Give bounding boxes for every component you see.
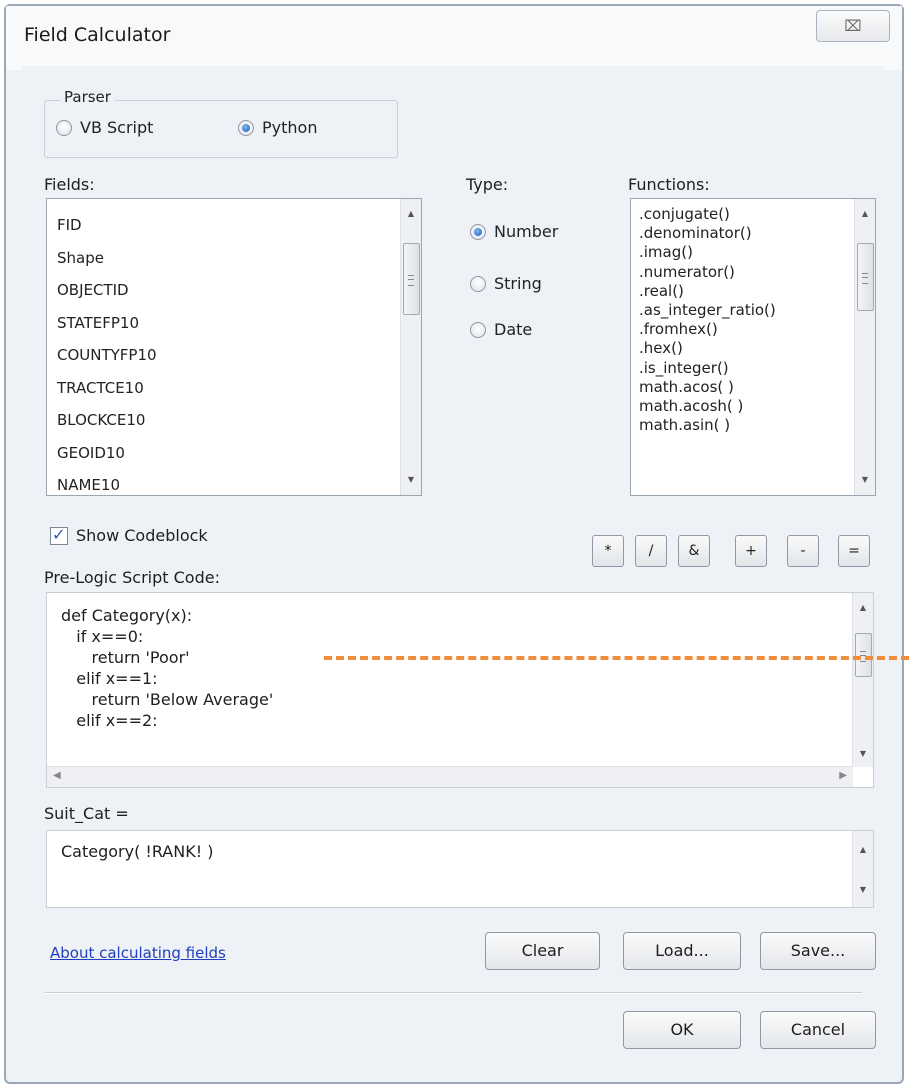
radio-button-icon: [470, 223, 486, 240]
radio-label: String: [494, 274, 542, 293]
radio-vb-script[interactable]: VB Script: [56, 118, 153, 137]
ampersand-button[interactable]: &: [678, 535, 710, 567]
list-item[interactable]: COUNTYFP10: [57, 339, 391, 372]
scroll-up-icon[interactable]: ▲: [853, 599, 873, 617]
radio-label: VB Script: [80, 118, 154, 137]
radio-label: Number: [494, 222, 559, 241]
scroll-thumb[interactable]: [403, 243, 420, 315]
list-item[interactable]: .conjugate(): [639, 205, 845, 224]
expression-editor[interactable]: Category( !RANK! ) ▲ ▼: [46, 830, 874, 908]
list-item[interactable]: .is_integer(): [639, 359, 845, 378]
list-item[interactable]: .denominator(): [639, 224, 845, 243]
prelogic-hscrollbar[interactable]: ◀ ▶: [47, 766, 853, 787]
list-item[interactable]: STATEFP10: [57, 307, 391, 340]
expression-vscrollbar[interactable]: ▲ ▼: [852, 831, 873, 907]
parser-group-label: Parser: [60, 88, 115, 106]
save-button[interactable]: Save...: [760, 932, 876, 970]
list-item[interactable]: .numerator(): [639, 263, 845, 282]
cancel-button[interactable]: Cancel: [760, 1011, 876, 1049]
show-codeblock-label: Show Codeblock: [76, 526, 208, 545]
radio-button-icon: [238, 119, 254, 136]
close-button[interactable]: ⌧: [816, 10, 890, 42]
fields-scrollbar[interactable]: ▲ ▼: [400, 199, 421, 495]
scroll-down-icon[interactable]: ▼: [855, 471, 875, 489]
scroll-down-icon[interactable]: ▼: [853, 745, 873, 763]
list-item[interactable]: math.asin( ): [639, 416, 845, 435]
list-item[interactable]: .fromhex(): [639, 320, 845, 339]
list-item[interactable]: TRACTCE10: [57, 372, 391, 405]
checkmark-icon: ✓: [52, 524, 66, 544]
list-item[interactable]: .real(): [639, 282, 845, 301]
type-label: Type:: [466, 175, 509, 194]
fields-list[interactable]: FID Shape OBJECTID STATEFP10 COUNTYFP10 …: [46, 198, 422, 496]
fields-label: Fields:: [44, 175, 95, 194]
radio-date[interactable]: Date: [470, 320, 532, 339]
functions-list[interactable]: .conjugate() .denominator() .imag() .num…: [630, 198, 876, 496]
divide-button[interactable]: /: [635, 535, 667, 567]
fields-items: FID Shape OBJECTID STATEFP10 COUNTYFP10 …: [57, 209, 391, 495]
scroll-left-icon[interactable]: ◀: [53, 770, 61, 781]
expression-text: Category( !RANK! ): [61, 842, 214, 861]
checkbox-box: ✓: [50, 524, 68, 545]
scroll-thumb[interactable]: [855, 633, 872, 677]
radio-button-icon: [470, 275, 486, 292]
separator: [44, 992, 862, 994]
prelogic-code: def Category(x): if x==0: return 'Poor' …: [61, 606, 274, 730]
list-item[interactable]: .imag(): [639, 243, 845, 262]
multiply-button[interactable]: *: [592, 535, 624, 567]
show-codeblock-checkbox[interactable]: ✓ Show Codeblock: [50, 524, 208, 545]
list-item[interactable]: math.acosh( ): [639, 397, 845, 416]
radio-label: Date: [494, 320, 533, 339]
expression-label: Suit_Cat =: [44, 804, 129, 823]
list-item[interactable]: BLOCKCE10: [57, 404, 391, 437]
list-item[interactable]: NAME10: [57, 469, 391, 495]
list-item[interactable]: GEOID10: [57, 437, 391, 470]
scroll-up-icon[interactable]: ▲: [855, 205, 875, 223]
scroll-thumb[interactable]: [857, 243, 874, 311]
list-item[interactable]: FID: [57, 209, 391, 242]
plus-button[interactable]: +: [735, 535, 767, 567]
scroll-up-icon[interactable]: ▲: [853, 841, 873, 859]
list-item[interactable]: .hex(): [639, 339, 845, 358]
functions-label: Functions:: [628, 175, 710, 194]
list-item[interactable]: math.acos( ): [639, 378, 845, 397]
prelogic-label: Pre-Logic Script Code:: [44, 568, 220, 587]
scroll-right-icon[interactable]: ▶: [839, 770, 847, 781]
radio-string[interactable]: String: [470, 274, 542, 293]
minus-button[interactable]: -: [787, 535, 819, 567]
functions-items: .conjugate() .denominator() .imag() .num…: [639, 205, 845, 435]
equals-button[interactable]: =: [838, 535, 870, 567]
functions-scrollbar[interactable]: ▲ ▼: [854, 199, 875, 495]
radio-python[interactable]: Python: [238, 118, 317, 137]
scroll-down-icon[interactable]: ▼: [853, 881, 873, 899]
list-item[interactable]: Shape: [57, 242, 391, 275]
radio-button-icon: [56, 119, 72, 136]
list-item[interactable]: OBJECTID: [57, 274, 391, 307]
radio-label: Python: [262, 118, 318, 137]
prelogic-vscrollbar[interactable]: ▲ ▼: [852, 593, 873, 767]
close-icon: ⌧: [844, 17, 862, 35]
radio-button-icon: [470, 321, 486, 338]
annotation-dashed-line: [324, 656, 909, 660]
scroll-up-icon[interactable]: ▲: [401, 205, 421, 223]
prelogic-code-editor[interactable]: def Category(x): if x==0: return 'Poor' …: [46, 592, 874, 788]
load-button[interactable]: Load...: [623, 932, 741, 970]
window-title: Field Calculator: [24, 24, 171, 46]
list-item[interactable]: .as_integer_ratio(): [639, 301, 845, 320]
ok-button[interactable]: OK: [623, 1011, 741, 1049]
about-calculating-fields-link[interactable]: About calculating fields: [50, 944, 226, 962]
clear-button[interactable]: Clear: [485, 932, 600, 970]
scroll-down-icon[interactable]: ▼: [401, 471, 421, 489]
radio-number[interactable]: Number: [470, 222, 558, 241]
